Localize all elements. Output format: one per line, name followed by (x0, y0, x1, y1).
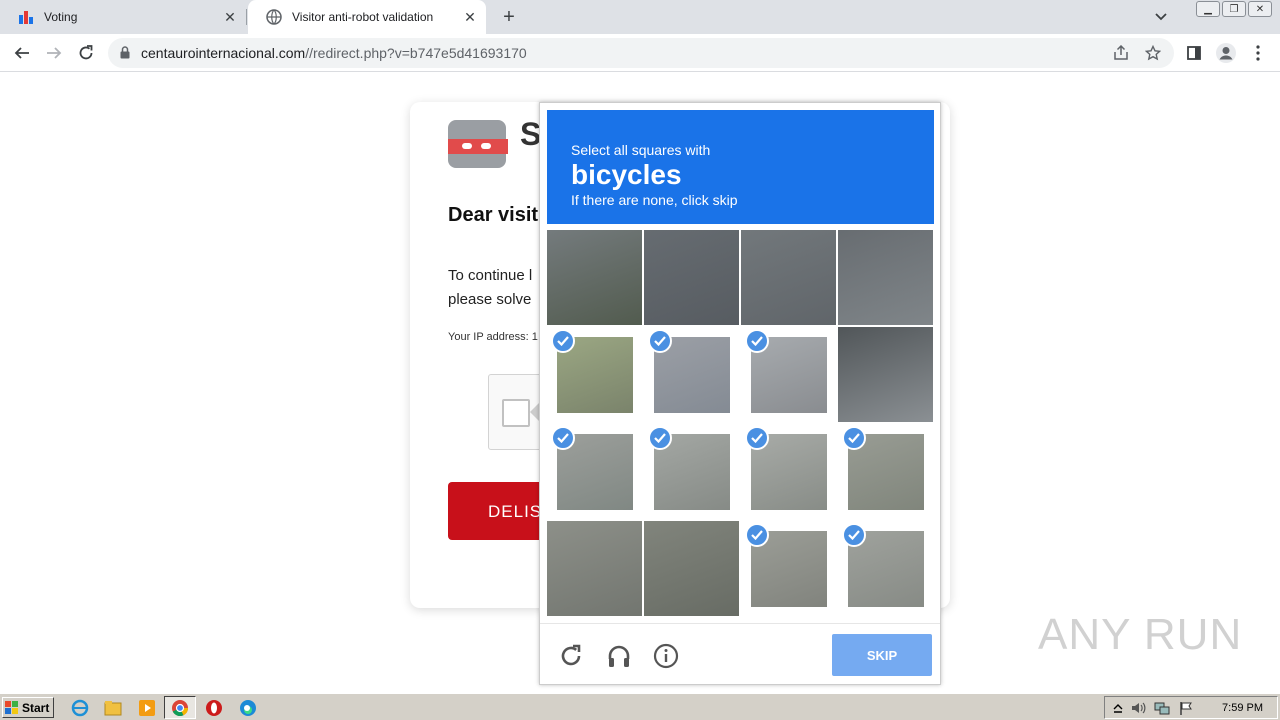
checkmark-icon (842, 426, 866, 450)
url-path: //redirect.php?v=b747e5d41693170 (305, 45, 527, 61)
captcha-tile[interactable] (547, 424, 642, 519)
opera-icon[interactable] (204, 698, 224, 718)
captcha-tile[interactable] (741, 230, 836, 325)
page-heading: Dear visit (448, 204, 539, 226)
taskbar: Start 7:59 PM (0, 693, 1280, 720)
tab-bar: Voting ✕ Visitor anti-robot validation ✕… (0, 0, 1280, 34)
internet-explorer-icon[interactable] (70, 698, 90, 718)
captcha-tile-image (838, 230, 933, 325)
profile-avatar-icon[interactable] (1214, 41, 1238, 65)
address-bar[interactable]: centaurointernacional.com//redirect.php?… (108, 38, 1174, 68)
tab-search-chevron-icon[interactable] (1150, 7, 1172, 27)
image-grid (547, 230, 934, 617)
captcha-tile-image (741, 230, 836, 325)
tab-voting[interactable]: Voting ✕ (0, 0, 246, 34)
tab-separator (246, 9, 247, 25)
captcha-tile[interactable] (644, 424, 739, 519)
url-text[interactable]: centaurointernacional.com//redirect.php?… (141, 45, 527, 61)
checkmark-icon (648, 426, 672, 450)
tab-title: Voting (44, 10, 78, 24)
anyrun-watermark: ANY RUN (1038, 610, 1243, 659)
browser-toolbar: centaurointernacional.com//redirect.php?… (0, 34, 1280, 72)
challenge-hint: If there are none, click skip (571, 192, 738, 208)
chrome-icon[interactable] (170, 698, 190, 718)
close-tab-icon[interactable]: ✕ (460, 7, 480, 27)
lock-icon[interactable] (120, 46, 130, 64)
new-tab-button[interactable]: + (496, 5, 522, 29)
close-window-button[interactable]: ✕ (1248, 1, 1272, 17)
action-center-flag-icon[interactable] (1176, 698, 1196, 718)
captcha-tile[interactable] (644, 521, 739, 616)
network-icon[interactable] (1152, 698, 1172, 718)
minimize-button[interactable]: ▁ (1196, 1, 1220, 17)
checkmark-icon (648, 329, 672, 353)
reload-challenge-icon[interactable] (557, 642, 585, 670)
challenge-header: Select all squares with bicycles If ther… (547, 110, 934, 224)
captcha-tile[interactable] (838, 521, 933, 616)
tray-expand-icon[interactable] (1108, 698, 1128, 718)
back-button[interactable] (10, 41, 34, 65)
site-logo (446, 120, 508, 168)
captcha-checkbox[interactable] (502, 399, 530, 427)
captcha-tile[interactable] (644, 327, 739, 422)
side-panel-icon[interactable] (1182, 41, 1206, 65)
captcha-tile-image (838, 327, 933, 422)
restore-button[interactable]: ❐ (1222, 1, 1246, 17)
checkmark-icon (551, 426, 575, 450)
captcha-tile[interactable] (838, 327, 933, 422)
checkmark-icon (551, 329, 575, 353)
globe-icon (266, 9, 282, 25)
tab-visitor-validation[interactable]: Visitor anti-robot validation ✕ (248, 0, 486, 34)
edge-icon[interactable] (238, 698, 258, 718)
start-label: Start (22, 700, 50, 715)
captcha-tile[interactable] (741, 327, 836, 422)
captcha-tile[interactable] (547, 327, 642, 422)
voting-favicon-icon (18, 9, 34, 25)
info-icon[interactable] (652, 642, 680, 670)
windows-logo-icon (5, 700, 19, 715)
reload-button[interactable] (74, 41, 98, 65)
captcha-tile-image (644, 230, 739, 325)
challenge-footer: SKIP (540, 623, 940, 684)
challenge-prompt: Select all squares with (571, 142, 711, 158)
start-button[interactable]: Start (2, 697, 54, 718)
skip-button[interactable]: SKIP (832, 634, 932, 676)
audio-challenge-icon[interactable] (605, 642, 633, 670)
share-icon[interactable] (1112, 44, 1130, 62)
checkmark-icon (745, 523, 769, 547)
captcha-tile[interactable] (547, 230, 642, 325)
forward-button[interactable] (42, 41, 66, 65)
file-explorer-icon[interactable] (103, 698, 123, 718)
captcha-tile-image (547, 230, 642, 325)
captcha-tile[interactable] (741, 424, 836, 519)
close-tab-icon[interactable]: ✕ (220, 7, 240, 27)
captcha-tile[interactable] (644, 230, 739, 325)
volume-icon[interactable] (1128, 698, 1148, 718)
system-tray: 7:59 PM (1104, 696, 1278, 719)
captcha-tile-image (547, 521, 642, 616)
clock: 7:59 PM (1222, 702, 1263, 714)
checkmark-icon (745, 329, 769, 353)
captcha-tile[interactable] (838, 230, 933, 325)
window-controls: ▁ ❐ ✕ (1196, 1, 1272, 17)
captcha-tile[interactable] (838, 424, 933, 519)
challenge-target: bicycles (571, 159, 682, 190)
tab-title: Visitor anti-robot validation (292, 10, 434, 24)
media-player-icon[interactable] (137, 698, 157, 718)
url-host: centaurointernacional.com (141, 45, 306, 61)
checkmark-icon (842, 523, 866, 547)
captcha-challenge-popup: Select all squares with bicycles If ther… (539, 102, 941, 685)
captcha-tile[interactable] (741, 521, 836, 616)
bookmark-star-icon[interactable] (1144, 44, 1162, 62)
browser-menu-icon[interactable] (1246, 41, 1270, 65)
checkmark-icon (745, 426, 769, 450)
captcha-tile-image (644, 521, 739, 616)
captcha-tile[interactable] (547, 521, 642, 616)
ip-address-label: Your IP address: 1 (448, 331, 538, 343)
